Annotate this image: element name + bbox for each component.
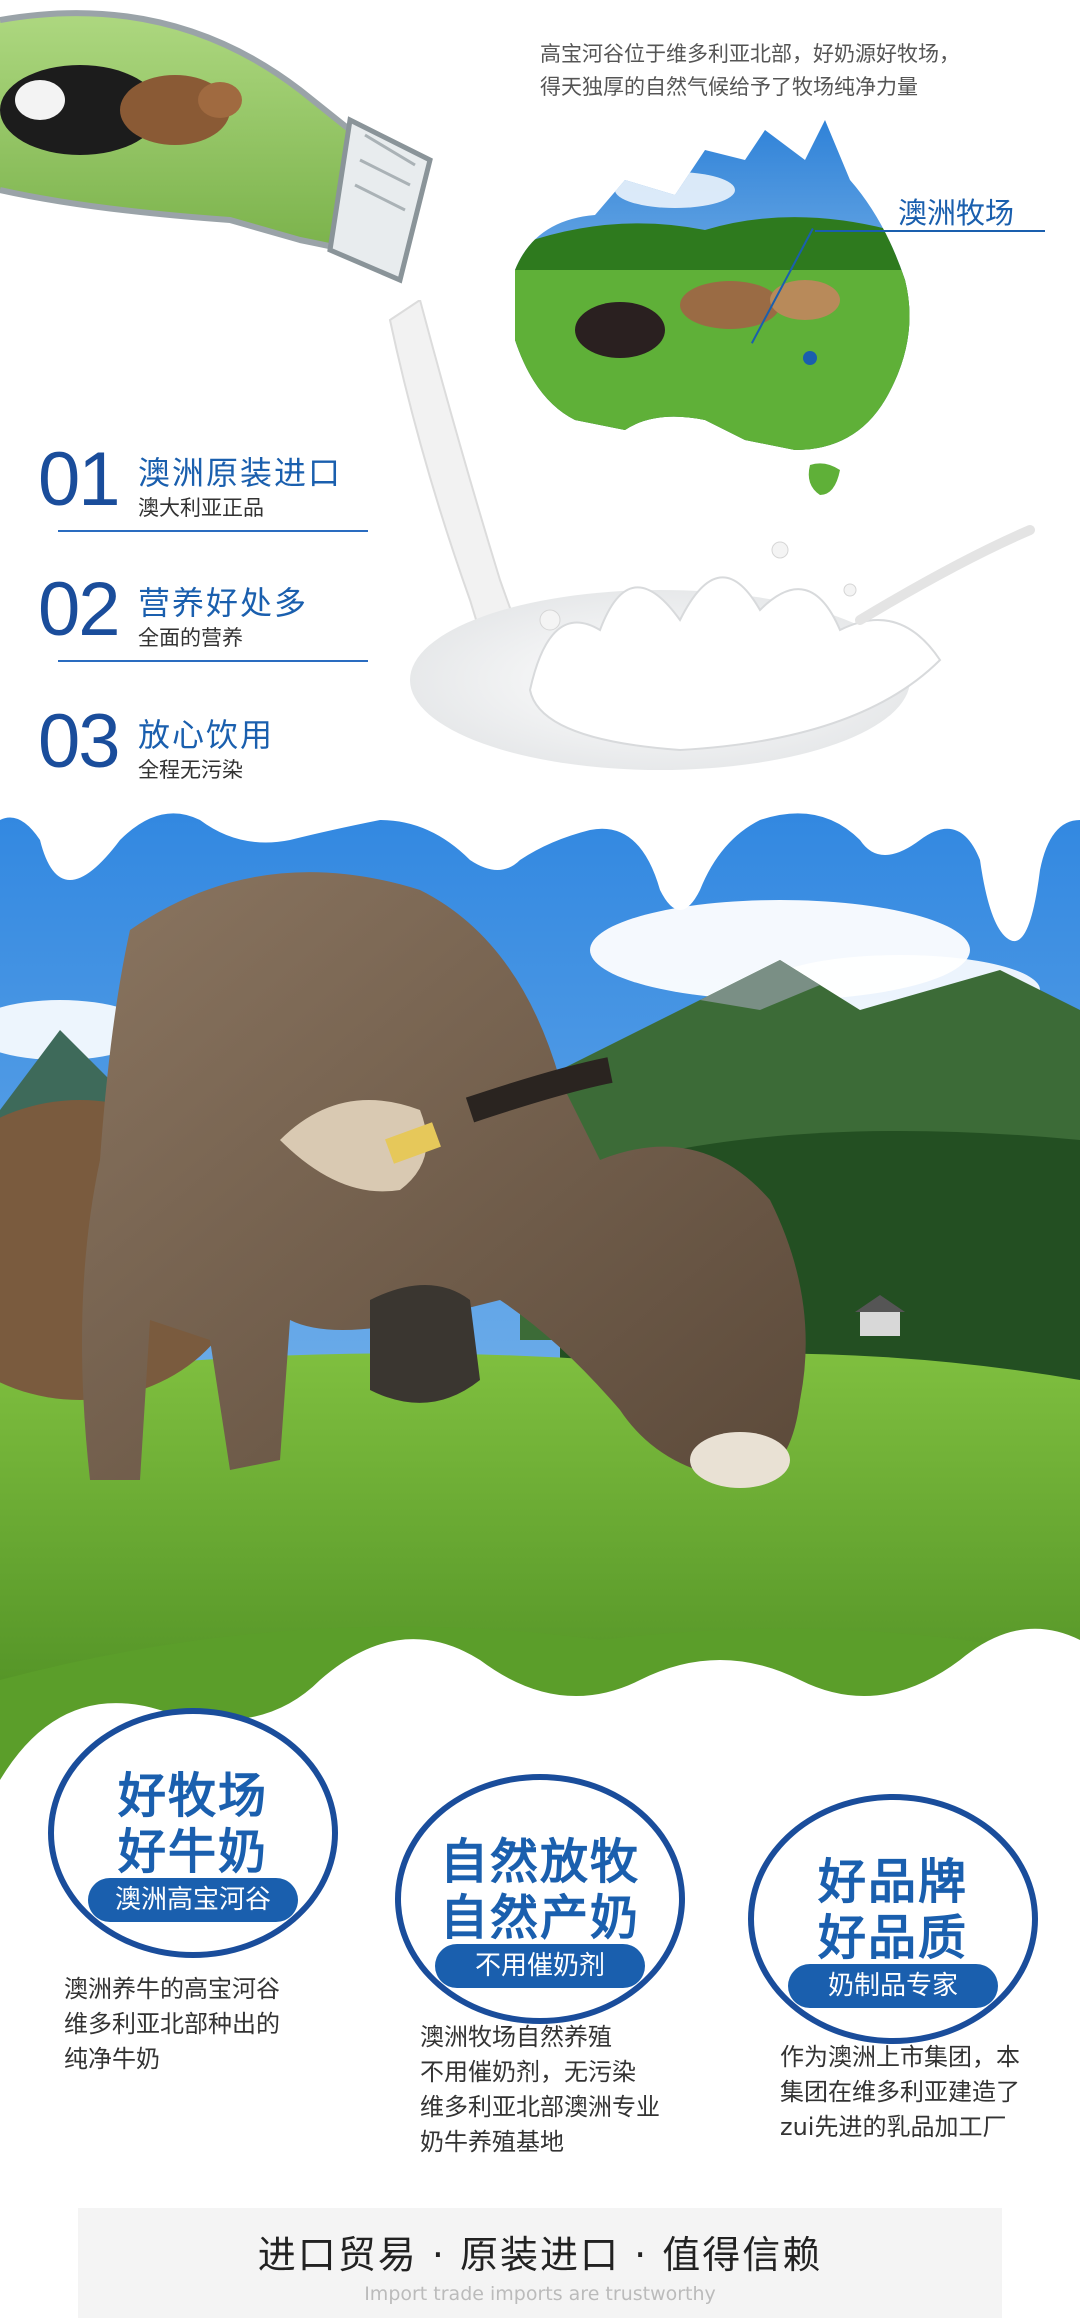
feature-number: 01 — [38, 437, 121, 522]
badge-pill: 不用催奶剂 — [435, 1944, 645, 1988]
badge-good-brand: 好品牌 好品质 奶制品专家 — [748, 1794, 1038, 2044]
description-line: 澳洲养牛的高宝河谷 — [64, 1975, 280, 2003]
footer-subtitle: Import trade imports are trustworthy — [364, 2283, 716, 2305]
description-line: 集团在维多利亚建造了 — [780, 2078, 1020, 2106]
map-label-line — [815, 230, 1045, 232]
badge-3-description: 作为澳洲上市集团，本 集团在维多利亚建造了 zui先进的乳品加工厂 — [780, 2040, 1020, 2145]
badge-line-2: 好牛奶 — [117, 1824, 268, 1880]
badge-good-pasture: 好牧场 好牛奶 澳洲高宝河谷 — [48, 1708, 338, 1958]
badge-line-2: 好品质 — [817, 1910, 968, 1966]
feature-subtitle: 澳大利亚正品 — [138, 496, 264, 520]
feature-number: 03 — [38, 699, 121, 784]
australia-pasture-map — [515, 120, 910, 495]
description-line: 纯净牛奶 — [64, 2045, 160, 2073]
badge-pill: 奶制品专家 — [788, 1964, 998, 2008]
feature-subtitle: 全面的营养 — [138, 626, 243, 650]
description-line: 奶牛养殖基地 — [420, 2128, 564, 2156]
description-line: 维多利亚北部澳洲专业 — [420, 2093, 660, 2121]
description-line: 澳洲牧场自然养殖 — [420, 2023, 612, 2051]
badge-2-description: 澳洲牧场自然养殖 不用催奶剂，无污染 维多利亚北部澳洲专业 奶牛养殖基地 — [420, 2020, 660, 2160]
description-line: 维多利亚北部种出的 — [64, 2010, 280, 2038]
description-line: 作为澳洲上市集团，本 — [780, 2043, 1020, 2071]
intro-text: 高宝河谷位于维多利亚北部，好奶源好牧场， 得天独厚的自然气候给予了牧场纯净力量 — [540, 38, 1040, 104]
intro-line-2: 得天独厚的自然气候给予了牧场纯净力量 — [540, 75, 918, 99]
feature-title: 澳洲原装进口 — [138, 454, 343, 492]
intro-line-1: 高宝河谷位于维多利亚北部，好奶源好牧场， — [540, 42, 960, 66]
badge-pill: 澳洲高宝河谷 — [88, 1878, 298, 1922]
description-line: zui先进的乳品加工厂 — [780, 2113, 1007, 2141]
feature-number: 02 — [38, 567, 121, 652]
feature-title: 营养好处多 — [138, 584, 309, 622]
map-label: 澳洲牧场 — [898, 196, 1015, 230]
feature-divider — [58, 660, 368, 662]
badge-line-2: 自然产奶 — [439, 1890, 640, 1946]
badge-1-description: 澳洲养牛的高宝河谷 维多利亚北部种出的 纯净牛奶 — [64, 1972, 280, 2077]
feature-divider — [58, 530, 368, 532]
badge-natural-grazing: 自然放牧 自然产奶 不用催奶剂 — [395, 1774, 685, 2024]
footer-slogan: 进口贸易 · 原装进口 · 值得信赖 — [257, 2233, 823, 2277]
feature-title: 放心饮用 — [138, 716, 275, 754]
description-line: 不用催奶剂，无污染 — [420, 2058, 636, 2086]
